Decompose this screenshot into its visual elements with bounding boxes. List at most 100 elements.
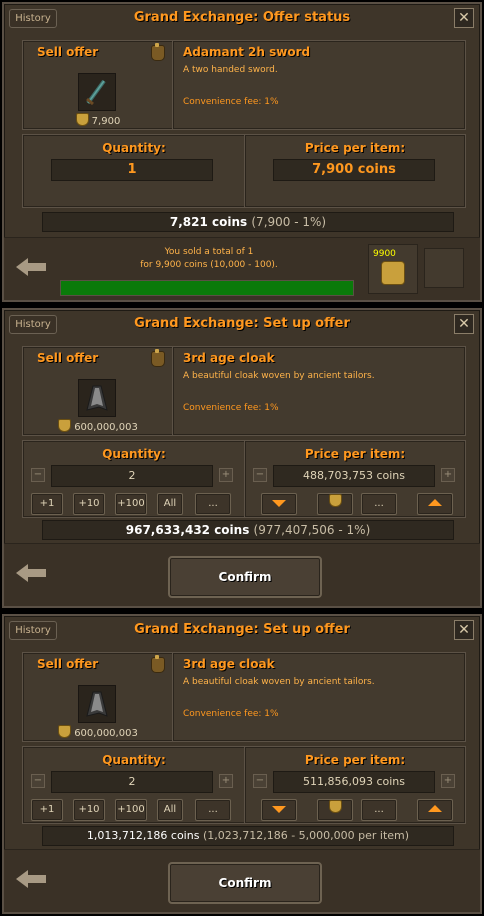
total-bar: 1,013,712,186 coins (1,023,712,186 - 5,0… (42, 826, 454, 846)
coin-stack-icon (328, 494, 342, 507)
total-breakdown: (1,023,712,186 - 5,000,000 per item) (202, 829, 410, 842)
collect-coins-slot[interactable]: 9900 (368, 244, 418, 294)
setup-offer-panel: History Grand Exchange: Set up offer ✕ S… (2, 308, 482, 608)
arrow-down-icon (272, 806, 286, 813)
item-name: 3rd age cloak (183, 351, 275, 365)
price-increase-button[interactable] (417, 799, 453, 821)
history-button[interactable]: History (9, 9, 57, 28)
setup-offer-panel: History Grand Exchange: Set up offer ✕ S… (2, 614, 482, 914)
convenience-fee: Convenience fee: 1% (183, 97, 279, 107)
price-decrease-button[interactable] (261, 799, 297, 821)
history-button[interactable]: History (9, 315, 57, 334)
arrow-up-icon (428, 499, 442, 506)
price-minus-button[interactable]: − (253, 468, 267, 482)
coin-icon (75, 113, 89, 126)
convenience-fee: Convenience fee: 1% (183, 709, 279, 719)
quantity-section: Quantity: − 2 + +1 +10 +100 All ... (22, 440, 246, 518)
qty-plus1-button[interactable]: +1 (31, 799, 63, 821)
total-value: 7,821 coins (169, 215, 248, 229)
item-market-price: 600,000,003 (23, 725, 173, 739)
item-description: A two handed sword. (183, 65, 278, 75)
offer-type-label: Sell offer (37, 657, 99, 671)
offer-summary: Sell offer 600,000,003 (22, 652, 174, 742)
price-guide-button[interactable] (317, 493, 353, 515)
confirm-button[interactable]: Confirm (168, 862, 322, 904)
collect-empty-slot[interactable] (424, 248, 464, 288)
qty-plus100-button[interactable]: +100 (115, 799, 147, 821)
progress-bar (60, 280, 354, 296)
item-market-price-value: 600,000,003 (74, 422, 138, 433)
quantity-plus-button[interactable]: + (219, 468, 233, 482)
price-section: Price per item: − 511,856,093 coins + ..… (244, 746, 466, 824)
total-value: 1,013,712,186 coins (86, 829, 200, 842)
price-custom-button[interactable]: ... (361, 493, 397, 515)
panel-title: Grand Exchange: Offer status (133, 10, 351, 25)
price-minus-button[interactable]: − (253, 774, 267, 788)
offer-type-label: Sell offer (37, 351, 99, 365)
quantity-minus-button[interactable]: − (31, 774, 45, 788)
quantity-section: Quantity: 1 (22, 134, 246, 208)
item-slot (78, 379, 116, 417)
price-input[interactable]: 511,856,093 coins (273, 771, 435, 793)
quantity-label: Quantity: (102, 141, 166, 155)
qty-all-button[interactable]: All (157, 493, 183, 515)
quantity-minus-button[interactable]: − (31, 468, 45, 482)
price-section: Price per item: − 488,703,753 coins + ..… (244, 440, 466, 518)
item-info: 3rd age cloak A beautiful cloak woven by… (172, 346, 466, 436)
item-name: Adamant 2h sword (183, 45, 311, 59)
progress-fill (61, 281, 353, 295)
history-button[interactable]: History (9, 621, 57, 640)
quantity-label: Quantity: (102, 447, 166, 461)
qty-plus1-button[interactable]: +1 (31, 493, 63, 515)
cloak-icon (86, 385, 108, 411)
offer-status-panel: History Grand Exchange: Offer status ✕ S… (2, 2, 482, 302)
quantity-plus-button[interactable]: + (219, 774, 233, 788)
price-guide-button[interactable] (317, 799, 353, 821)
price-label: Price per item: (304, 753, 406, 767)
close-button[interactable]: ✕ (454, 314, 474, 334)
item-market-price: 600,000,003 (23, 419, 173, 433)
coin-count: 9900 (373, 249, 396, 259)
item-market-price: 7,900 (23, 113, 173, 127)
price-plus-button[interactable]: + (441, 468, 455, 482)
quantity-input[interactable]: 2 (51, 771, 213, 793)
total-breakdown: (977,407,506 - 1%) (253, 523, 371, 537)
quantity-input[interactable]: 2 (51, 465, 213, 487)
bottom-bar: You sold a total of 1 for 9,900 coins (1… (4, 237, 480, 300)
offer-summary: Sell offer 600,000,003 (22, 346, 174, 436)
close-button[interactable]: ✕ (454, 620, 474, 640)
offer-summary: Sell offer 7,900 (22, 40, 174, 130)
total-value: 967,633,432 coins (125, 523, 250, 537)
quantity-section: Quantity: − 2 + +1 +10 +100 All ... (22, 746, 246, 824)
bottom-bar: Confirm (4, 849, 480, 912)
qty-plus10-button[interactable]: +10 (73, 799, 105, 821)
money-bag-icon (151, 349, 165, 367)
price-decrease-button[interactable] (261, 493, 297, 515)
price-custom-button[interactable]: ... (361, 799, 397, 821)
arrow-down-icon (272, 500, 286, 507)
confirm-button[interactable]: Confirm (168, 556, 322, 598)
item-info: 3rd age cloak A beautiful cloak woven by… (172, 652, 466, 742)
item-description: A beautiful cloak woven by ancient tailo… (183, 371, 375, 381)
qty-custom-button[interactable]: ... (195, 493, 231, 515)
quantity-field: 1 (51, 159, 213, 181)
qty-plus100-button[interactable]: +100 (115, 493, 147, 515)
item-name: 3rd age cloak (183, 657, 275, 671)
sold-summary: You sold a total of 1 for 9,900 coins (1… (64, 246, 354, 272)
close-button[interactable]: ✕ (454, 8, 474, 28)
qty-all-button[interactable]: All (157, 799, 183, 821)
panel-title: Grand Exchange: Set up offer (134, 316, 350, 331)
price-input[interactable]: 488,703,753 coins (273, 465, 435, 487)
price-increase-button[interactable] (417, 493, 453, 515)
price-plus-button[interactable]: + (441, 774, 455, 788)
qty-plus10-button[interactable]: +10 (73, 493, 105, 515)
price-label: Price per item: (304, 141, 406, 155)
price-field: 7,900 coins (273, 159, 435, 181)
back-arrow-icon[interactable] (16, 870, 46, 888)
total-breakdown: (7,900 - 1%) (251, 215, 327, 229)
sword-icon (86, 79, 106, 106)
coin-icon (58, 725, 72, 738)
back-arrow-icon[interactable] (16, 258, 46, 276)
qty-custom-button[interactable]: ... (195, 799, 231, 821)
back-arrow-icon[interactable] (16, 564, 46, 582)
